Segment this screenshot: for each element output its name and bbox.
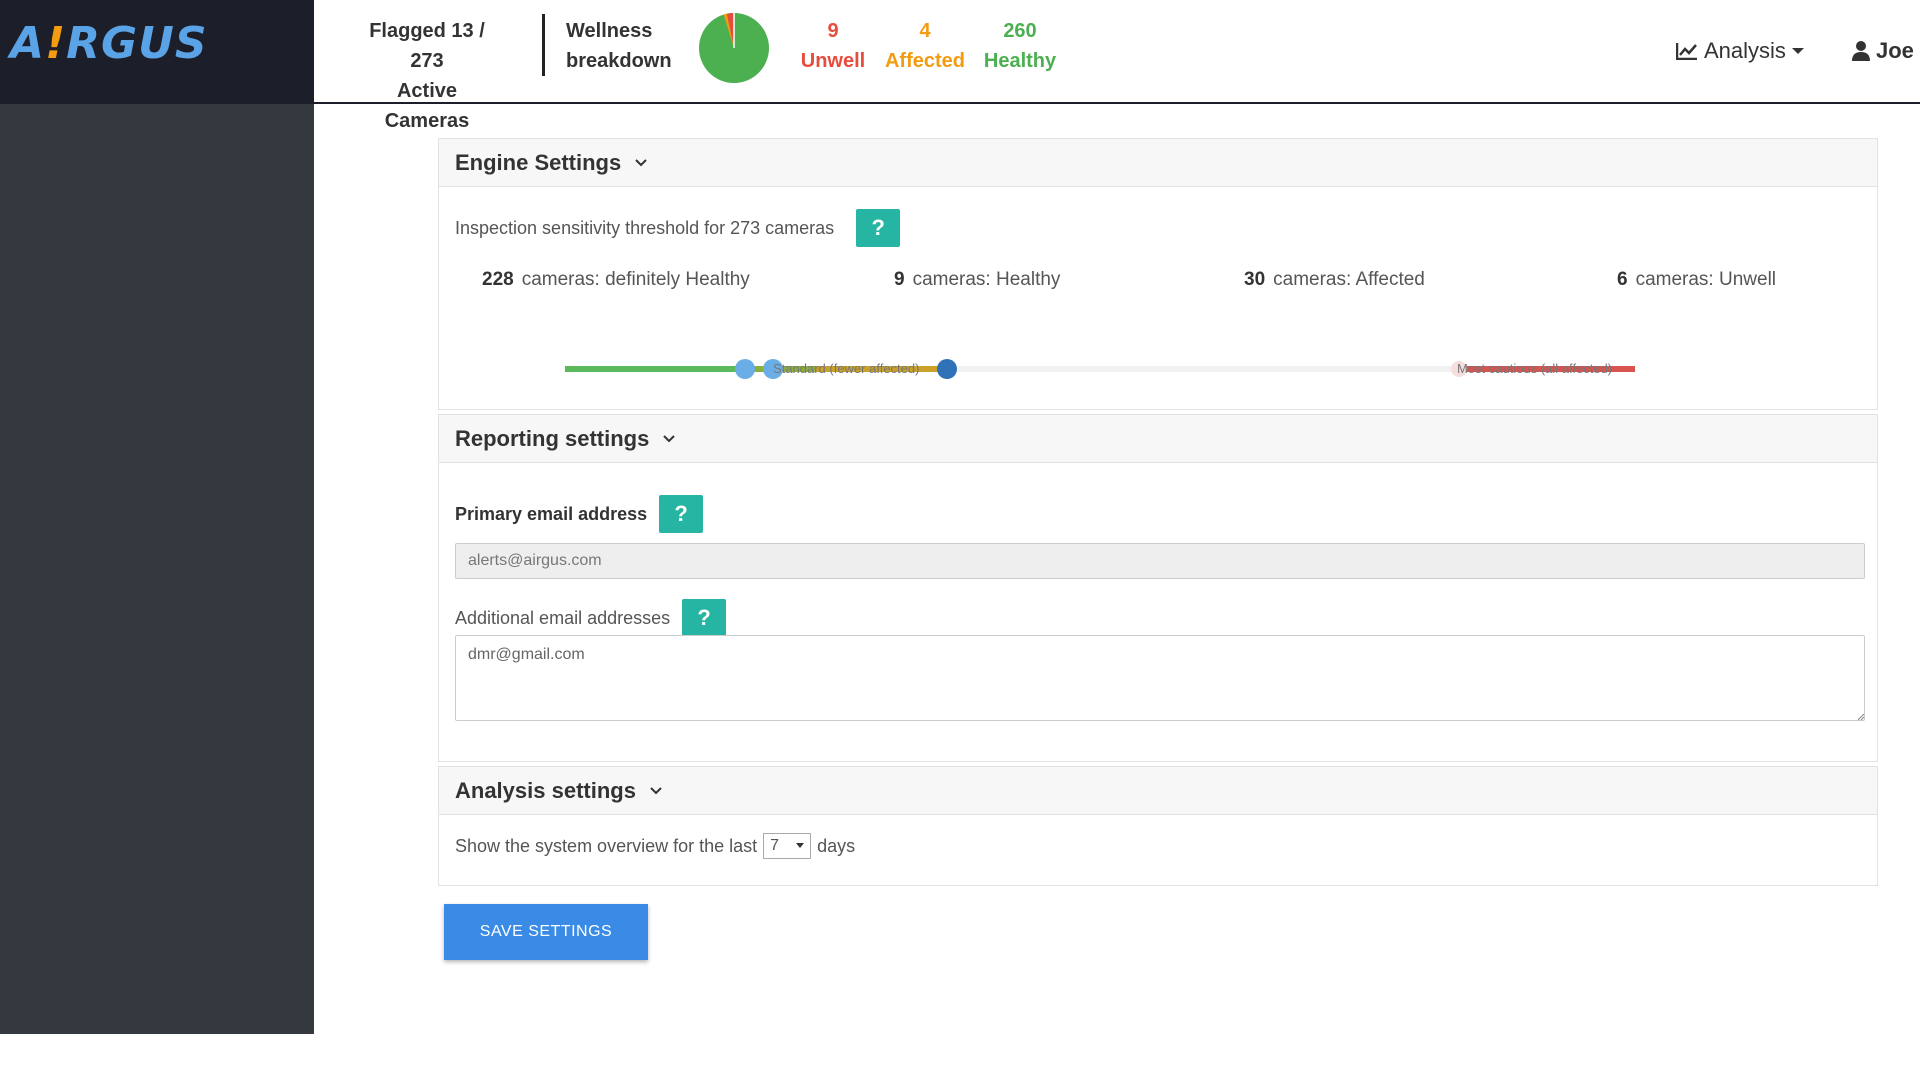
additional-email-label-row: Additional email addresses ? xyxy=(455,599,727,637)
wellness-pie-chart xyxy=(699,13,769,83)
flagged-summary: Flagged 13 / 273 Active Cameras xyxy=(352,16,502,136)
overview-prefix: Show the system overview for the last xyxy=(455,835,758,856)
resize-grip-icon[interactable] xyxy=(1857,713,1865,721)
engine-settings-panel: Engine Settings Inspection sensitivity t… xyxy=(438,138,1878,410)
header-divider xyxy=(542,14,545,76)
days-value: 7 xyxy=(770,837,780,854)
top-bar: Flagged 13 / 273 Active Cameras Wellness… xyxy=(314,0,1920,132)
healthy-label: Healthy xyxy=(983,50,1057,72)
stat-unwell[interactable]: 9 Unwell xyxy=(798,16,868,76)
sensitivity-row: Inspection sensitivity threshold for 273… xyxy=(455,209,901,247)
save-settings-button[interactable]: SAVE SETTINGS xyxy=(444,904,648,960)
sensitivity-slider[interactable] xyxy=(439,337,1879,397)
analysis-settings-panel: Analysis settings Show the system overvi… xyxy=(438,766,1878,886)
slider-segment-green xyxy=(565,366,745,372)
additional-email-label: Additional email addresses xyxy=(455,607,671,628)
reporting-settings-body: Primary email address ? Additional email… xyxy=(439,463,1877,761)
analysis-settings-header[interactable]: Analysis settings xyxy=(439,767,1877,815)
overview-suffix: days xyxy=(817,835,856,856)
reporting-settings-title: Reporting settings xyxy=(455,425,650,451)
active-cameras-label: Active Cameras xyxy=(384,80,470,132)
count-unwell: 6 cameras: Unwell xyxy=(1617,269,1777,290)
slider-handle-1[interactable] xyxy=(735,359,755,379)
analysis-settings-body: Show the system overview for the last 7 … xyxy=(439,815,1877,885)
stat-healthy[interactable]: 260 Healthy xyxy=(980,16,1060,76)
logo-area[interactable]: A!RGUS xyxy=(0,0,314,104)
primary-email-label-row: Primary email address ? xyxy=(455,495,704,533)
count-healthy: 9 cameras: Healthy xyxy=(894,269,1061,290)
flagged-count: Flagged 13 / 273 xyxy=(369,20,485,72)
sensitivity-label: Inspection sensitivity threshold for 273… xyxy=(455,217,835,238)
analysis-menu-label: Analysis xyxy=(1704,38,1786,63)
analysis-settings-title: Analysis settings xyxy=(455,777,636,803)
chevron-down-icon xyxy=(663,434,676,442)
settings-main: Engine Settings Inspection sensitivity t… xyxy=(438,138,1878,886)
chevron-down-icon xyxy=(635,158,647,166)
unwell-label: Unwell xyxy=(800,50,866,72)
stat-affected[interactable]: 4 Affected xyxy=(882,16,968,76)
engine-settings-header[interactable]: Engine Settings xyxy=(439,139,1877,187)
engine-settings-title: Engine Settings xyxy=(455,149,622,175)
slider-label-standard: Standard (fewer affected) xyxy=(773,361,920,376)
sensitivity-help-button[interactable]: ? xyxy=(856,209,901,247)
count-affected: 30 cameras: Affected xyxy=(1244,269,1425,290)
sidebar xyxy=(0,0,314,1034)
user-menu[interactable]: Joe xyxy=(1852,38,1914,64)
days-select[interactable]: 7 xyxy=(763,833,812,859)
user-name: Joe xyxy=(1876,38,1914,63)
unwell-count: 9 xyxy=(827,20,839,42)
additional-email-help-button[interactable]: ? xyxy=(682,599,727,637)
caret-down-icon xyxy=(1791,48,1804,54)
reporting-settings-panel: Reporting settings Primary email address… xyxy=(438,414,1878,762)
affected-count: 4 xyxy=(919,20,931,42)
user-icon xyxy=(1852,41,1870,61)
reporting-settings-header[interactable]: Reporting settings xyxy=(439,415,1877,463)
primary-email-label: Primary email address xyxy=(455,503,648,524)
primary-email-input[interactable] xyxy=(455,543,1865,579)
engine-settings-body: Inspection sensitivity threshold for 273… xyxy=(439,187,1877,409)
chevron-down-icon xyxy=(650,786,662,794)
affected-label: Affected xyxy=(884,50,965,72)
overview-days-row: Show the system overview for the last 7 … xyxy=(455,833,855,859)
caret-down-icon xyxy=(796,843,805,848)
slider-label-cautious: Most cautious (all affected) xyxy=(1457,361,1613,376)
logo[interactable]: A!RGUS xyxy=(10,18,208,69)
wellness-label: Wellness breakdown xyxy=(566,20,672,72)
additional-email-textarea[interactable]: dmr@gmail.com xyxy=(455,635,1865,721)
count-definitely-healthy: 228 cameras: definitely Healthy xyxy=(482,269,750,290)
healthy-count: 260 xyxy=(1003,20,1037,42)
line-chart-icon xyxy=(1676,43,1697,60)
analysis-menu[interactable]: Analysis xyxy=(1676,38,1804,64)
slider-handle-3[interactable] xyxy=(937,359,957,379)
primary-email-help-button[interactable]: ? xyxy=(659,495,704,533)
